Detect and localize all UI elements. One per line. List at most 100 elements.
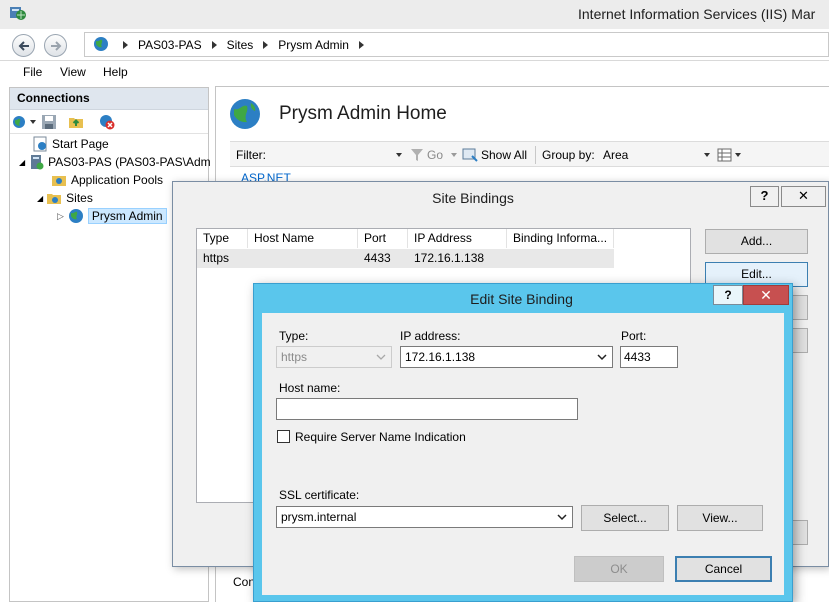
filter-bar: Filter: Go Show All Group by: Area	[230, 141, 829, 167]
select-certificate-button[interactable]: Select...	[581, 505, 669, 531]
tree-item-server[interactable]: ◢ PAS03-PAS (PAS03-PAS\Adm	[19, 153, 211, 171]
tree-item-label: Application Pools	[71, 173, 164, 187]
cell-ip-address: 172.16.1.138	[414, 251, 485, 265]
ssl-certificate-select[interactable]: prysm.internal	[276, 506, 573, 528]
type-value: https	[281, 350, 308, 364]
address-bar: PAS03-PAS Sites Prysm Admin	[0, 29, 829, 61]
menu-view[interactable]: View	[60, 65, 86, 79]
help-button[interactable]: ?	[750, 186, 779, 207]
page-title: Prysm Admin Home	[279, 103, 447, 124]
funnel-icon	[411, 149, 423, 161]
type-label: Type:	[279, 329, 309, 343]
dropdown-arrow-icon[interactable]	[735, 153, 741, 157]
window-titlebar: Internet Information Services (IIS) Mar	[0, 0, 829, 29]
chevron-down-icon[interactable]	[556, 511, 568, 523]
ip-address-label: IP address:	[400, 329, 461, 343]
disconnect-icon[interactable]	[99, 114, 115, 130]
globe-icon	[68, 209, 83, 223]
help-button[interactable]: ?	[713, 285, 743, 305]
host-name-field[interactable]	[276, 398, 578, 420]
view-certificate-button[interactable]: View...	[677, 505, 763, 531]
dropdown-arrow-icon[interactable]	[30, 120, 36, 124]
save-icon[interactable]	[41, 114, 57, 130]
iis-app-icon	[10, 7, 26, 20]
tree-item-label: Prysm Admin	[87, 208, 167, 224]
forward-button[interactable]	[44, 34, 67, 57]
menu-file[interactable]: File	[23, 65, 42, 79]
close-button[interactable]: ✕	[743, 285, 789, 305]
filter-input[interactable]	[270, 144, 405, 164]
column-ip-address[interactable]: IP Address	[408, 229, 507, 248]
back-button[interactable]	[12, 34, 35, 57]
breadcrumb-separator	[123, 41, 128, 49]
add-binding-button[interactable]: Add...	[705, 229, 808, 254]
type-select: https	[276, 346, 392, 368]
breadcrumb-separator[interactable]	[263, 41, 269, 49]
globe-icon	[94, 37, 108, 51]
ip-address-select[interactable]: 172.16.1.138	[400, 346, 613, 368]
tree-item-prysm-admin[interactable]: ▷ Prysm Admin	[57, 207, 167, 225]
ok-button[interactable]: OK	[574, 556, 664, 582]
view-toggle-icon[interactable]	[717, 147, 733, 163]
edit-site-binding-dialog: Edit Site Binding ? ✕ Type: https IP add…	[253, 283, 793, 602]
port-field[interactable]: 4433	[620, 346, 678, 368]
close-button[interactable]: ✕	[781, 186, 826, 207]
breadcrumb-site[interactable]: Prysm Admin	[278, 38, 349, 52]
app-pool-icon	[52, 176, 66, 186]
column-type[interactable]: Type	[197, 229, 248, 248]
server-icon	[31, 155, 44, 170]
host-name-label: Host name:	[279, 381, 341, 395]
breadcrumb-separator[interactable]	[358, 41, 364, 49]
collapse-arrow-icon[interactable]: ◢	[19, 158, 25, 167]
table-row[interactable]: https 4433 172.16.1.138	[197, 249, 614, 268]
ssl-certificate-label: SSL certificate:	[279, 488, 360, 502]
cancel-button[interactable]: Cancel	[675, 556, 772, 582]
breadcrumb-separator[interactable]	[211, 41, 217, 49]
require-sni-checkbox[interactable]	[277, 430, 290, 443]
site-globe-icon	[230, 99, 260, 129]
tree-item-label: Sites	[66, 191, 93, 205]
breadcrumb-sites[interactable]: Sites	[227, 38, 254, 52]
tree-item-sites[interactable]: ◢ Sites	[37, 189, 93, 207]
connections-toolbar	[10, 110, 208, 134]
edit-site-binding-title: Edit Site Binding	[470, 291, 573, 307]
folder-up-icon[interactable]	[68, 114, 84, 130]
chevron-down-icon	[376, 354, 386, 360]
menu-help[interactable]: Help	[103, 65, 128, 79]
dropdown-arrow-icon[interactable]	[451, 153, 457, 157]
ssl-certificate-value: prysm.internal	[281, 510, 357, 524]
column-port[interactable]: Port	[358, 229, 408, 248]
window-title: Internet Information Services (IIS) Mar	[578, 6, 816, 22]
show-all-icon	[462, 148, 478, 162]
site-bindings-titlebar: Site Bindings ? ✕	[173, 182, 828, 213]
tree-item-label: PAS03-PAS (PAS03-PAS\Adm	[48, 155, 211, 169]
go-button[interactable]: Go	[427, 148, 443, 162]
cell-type: https	[203, 251, 230, 265]
require-sni-label[interactable]: Require Server Name Indication	[295, 430, 466, 444]
tree-item-label: Start Page	[52, 137, 109, 151]
dropdown-arrow-icon[interactable]	[396, 153, 402, 157]
toolbar-divider	[535, 146, 536, 164]
tree-item-start-page[interactable]: Start Page	[32, 135, 109, 153]
group-by-select[interactable]: Area	[603, 148, 628, 162]
column-host-name[interactable]: Host Name	[248, 229, 358, 248]
collapse-arrow-icon[interactable]: ◢	[37, 194, 43, 203]
cell-port: 4433	[364, 251, 391, 265]
expand-arrow-icon[interactable]: ▷	[57, 211, 64, 222]
group-by-label: Group by:	[542, 148, 595, 162]
show-all-button[interactable]: Show All	[481, 148, 527, 162]
ip-address-value: 172.16.1.138	[405, 350, 476, 364]
dropdown-arrow-icon[interactable]	[704, 153, 710, 157]
column-binding-info[interactable]: Binding Informa...	[507, 229, 614, 248]
connect-globe-icon[interactable]	[12, 114, 28, 130]
site-bindings-title: Site Bindings	[432, 190, 514, 206]
breadcrumb-server[interactable]: PAS03-PAS	[138, 38, 202, 52]
menu-bar: File View Help	[0, 62, 829, 83]
cell-host-name	[248, 249, 358, 268]
sites-folder-icon	[47, 194, 62, 204]
chevron-down-icon[interactable]	[596, 351, 608, 363]
address-field[interactable]: PAS03-PAS Sites Prysm Admin	[84, 32, 829, 57]
connections-header: Connections	[10, 88, 208, 110]
back-arrow-icon	[18, 41, 29, 51]
tree-item-app-pools[interactable]: Application Pools	[51, 171, 163, 189]
